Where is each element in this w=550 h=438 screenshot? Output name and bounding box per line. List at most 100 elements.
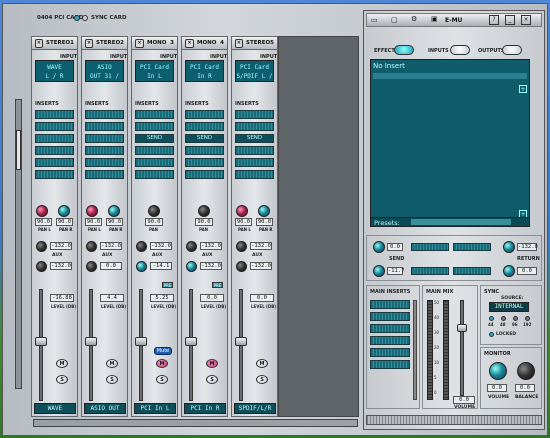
tab-outputs[interactable] [502, 45, 522, 55]
insert-slot[interactable] [235, 170, 274, 179]
channel-name[interactable]: ASIO OUT [84, 403, 126, 414]
aux2-value[interactable]: -132.0 [200, 262, 222, 270]
insert-slot[interactable] [85, 110, 124, 119]
main-insert-slot-6[interactable] [370, 360, 410, 369]
main-volume-value[interactable]: 0.0 [453, 396, 475, 404]
pan-left-value[interactable]: 90.0 [235, 218, 252, 226]
main-insert-slot-2[interactable] [370, 312, 410, 321]
aux2-knob[interactable] [186, 261, 197, 272]
channel-name[interactable]: WAVE [34, 403, 76, 414]
save-icon[interactable]: ▣ [431, 15, 438, 23]
return-knob-r[interactable] [503, 265, 515, 277]
mute-button[interactable]: M [106, 359, 118, 368]
aux1-value[interactable]: -132.0 [200, 242, 222, 250]
insert-slot-send[interactable]: SEND [235, 134, 274, 143]
solo-button[interactable]: S [106, 375, 118, 384]
insert-slot[interactable] [185, 146, 224, 155]
minimize-icon[interactable]: _ [505, 15, 515, 25]
channel-fader[interactable] [85, 337, 97, 346]
main-fader-track[interactable] [460, 300, 464, 396]
insert-slot[interactable] [135, 110, 174, 119]
window-icon[interactable]: ▭ [371, 16, 378, 24]
insert-slot[interactable] [185, 122, 224, 131]
strip-close-icon[interactable]: × [35, 38, 44, 48]
main-insert-slot-4[interactable] [370, 336, 410, 345]
pan-knob[interactable] [198, 205, 210, 217]
main-insert-slot-1[interactable] [370, 300, 410, 309]
insert-slot[interactable] [35, 146, 74, 155]
settings-icon[interactable]: ⚙ [411, 15, 417, 23]
effect-insert-list[interactable]: No Insert + + [370, 59, 530, 227]
insert-slot[interactable] [85, 134, 124, 143]
pan-left-value[interactable]: 90.0 [85, 218, 102, 226]
insert-slot[interactable] [135, 170, 174, 179]
help-icon[interactable]: ? [489, 15, 499, 25]
strip-close-icon[interactable]: × [135, 38, 144, 48]
aux1-value[interactable]: -132.0 [250, 242, 272, 250]
pre-button[interactable]: PRE [212, 282, 223, 288]
channel-fader[interactable] [35, 337, 47, 346]
solo-button[interactable]: S [256, 375, 268, 384]
level-value[interactable]: 4.4 [100, 294, 124, 302]
main-fader[interactable] [457, 324, 467, 332]
insert-slot[interactable] [135, 158, 174, 167]
scroll-up-button[interactable]: + [519, 85, 527, 93]
presets-dropdown[interactable] [411, 219, 511, 225]
insert-slot[interactable] [135, 122, 174, 131]
monitor-balance-knob[interactable] [517, 362, 535, 380]
pan-left-knob[interactable] [236, 205, 248, 217]
insert-slot[interactable] [185, 110, 224, 119]
aux2-knob[interactable] [236, 261, 247, 272]
aux2-knob[interactable] [86, 261, 97, 272]
channel-name[interactable]: PCI In L [134, 403, 176, 414]
send-value-r[interactable]: -11.7 [387, 267, 405, 275]
send-knob-r[interactable] [373, 265, 385, 277]
return-value-r[interactable]: 0.0 [517, 267, 537, 275]
insert-slot[interactable] [185, 170, 224, 179]
monitor-balance-value[interactable]: 0.0 [515, 384, 535, 392]
insert-slot-send[interactable]: SEND [185, 134, 224, 143]
pan-right-value[interactable]: 90.0 [256, 218, 273, 226]
aux1-value[interactable]: -132.0 [100, 242, 122, 250]
input-selector[interactable]: PCI Card In R [185, 60, 224, 82]
aux2-knob[interactable] [136, 261, 147, 272]
channel-fader[interactable] [135, 337, 147, 346]
insert-slot[interactable] [85, 170, 124, 179]
insert-slot[interactable] [35, 122, 74, 131]
return-knob-l[interactable] [503, 241, 515, 253]
aux1-knob[interactable] [86, 241, 97, 252]
strip-close-icon[interactable]: × [235, 38, 244, 48]
pan-value[interactable]: 90.0 [195, 218, 213, 226]
return-value-l[interactable]: -132.0 [517, 243, 538, 251]
insert-slot[interactable] [85, 146, 124, 155]
input-selector[interactable]: ASIO OUT 31 / 32 [85, 60, 124, 89]
insert-slot[interactable] [235, 110, 274, 119]
aux1-value[interactable]: -132.0 [50, 242, 72, 250]
main-insert-slot-3[interactable] [370, 324, 410, 333]
aux2-value[interactable]: -132.0 [250, 262, 272, 270]
level-value[interactable]: 5.25 [150, 294, 174, 302]
mute-button[interactable]: M [256, 359, 268, 368]
aux2-knob[interactable] [36, 261, 47, 272]
aux1-knob[interactable] [186, 241, 197, 252]
level-value[interactable]: 0.0 [250, 294, 274, 302]
solo-button[interactable]: S [206, 375, 218, 384]
main-insert-slot-5[interactable] [370, 348, 410, 357]
channel-name[interactable]: PCI In R [184, 403, 226, 414]
insert-slot[interactable] [235, 122, 274, 131]
pan-left-knob[interactable] [86, 205, 98, 217]
aux2-value[interactable]: -132.0 [50, 262, 72, 270]
insert-slot[interactable] [235, 158, 274, 167]
strip-close-icon[interactable]: × [185, 38, 194, 48]
pan-right-knob[interactable] [58, 205, 70, 217]
tab-effect[interactable] [394, 45, 414, 55]
insert-slot[interactable] [85, 158, 124, 167]
horizontal-scrollbar[interactable] [33, 419, 358, 427]
insert-slot[interactable] [35, 110, 74, 119]
channel-name[interactable]: SPDIF/L/R [234, 403, 276, 414]
send-value-l[interactable]: 0.0 [387, 243, 403, 251]
solo-button[interactable]: S [56, 375, 68, 384]
pan-value[interactable]: 90.0 [145, 218, 163, 226]
level-value[interactable]: 0.0 [200, 294, 224, 302]
strip-close-icon[interactable]: × [85, 38, 94, 48]
